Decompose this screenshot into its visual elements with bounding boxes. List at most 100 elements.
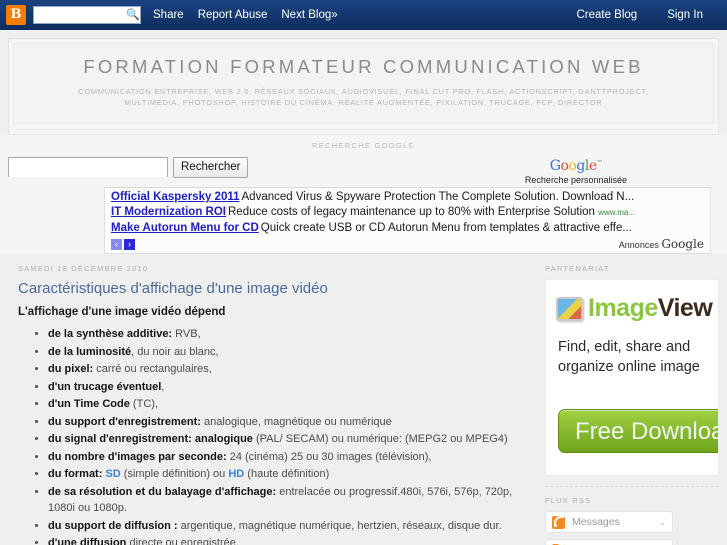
navbar-right-links: Create Blog Sign In [560, 9, 717, 21]
chevron-down-icon[interactable]: ⌄ [658, 517, 666, 528]
rss-item-messages[interactable]: Messages ⌄ [545, 511, 673, 534]
ad-text: Advanced Virus & Spyware Protection The … [241, 190, 635, 203]
list-item-text: , [161, 380, 165, 393]
ad-title-link[interactable]: IT Modernization ROI [111, 206, 226, 218]
list-item-bold: du pixel: [48, 363, 94, 376]
ad-annonces-text: Annonces [618, 240, 659, 251]
blog-header: FORMATION FORMATEUR COMMUNICATION WEB CO… [13, 43, 714, 124]
ad-google-wordmark: Google [661, 237, 704, 252]
image-viewer-icon [556, 296, 583, 321]
header-divider [15, 128, 712, 130]
main-wrapper: SAMEDI 18 DÉCEMBRE 2010 Caractéristiques… [0, 254, 727, 545]
sidebar-title-partenariat: PARTENARIAT [545, 264, 610, 274]
list-item-text: (TC), [129, 398, 158, 411]
ad-text: Reduce costs of legacy maintenance up to… [228, 206, 595, 219]
list-item: du support de diffusion : argentique, ma… [48, 518, 537, 535]
page-shell: FORMATION FORMATEUR COMMUNICATION WEB CO… [8, 38, 719, 135]
navbar-link-report-abuse[interactable]: Report Abuse [198, 9, 268, 21]
list-item: du support d'enregistrement: analogique,… [48, 414, 537, 431]
list-item-text: SD (simple définition) ou HD (haute défi… [105, 468, 330, 481]
list-item: d'une diffusion directe ou enregistrée. [48, 535, 537, 545]
list-item: du nombre d'images par seconde: 24 (ciné… [48, 449, 537, 466]
list-item-bold: de sa résolution et du balayage d'affich… [48, 485, 277, 498]
ad-url: www.ma... [598, 208, 636, 218]
blogger-navbar: B 🔍 Share Report Abuse Next Blog» Create… [0, 0, 727, 30]
list-item-text: carré ou rectangulaires, [93, 363, 212, 376]
list-item-bold: de la synthèse additive: [48, 328, 173, 341]
list-item-text: (PAL/ SECAM) ou numérique: (MEPG2 ou MPE… [252, 433, 508, 446]
rss-item-commentaires[interactable]: Commentaires ⌄ [545, 539, 673, 545]
list-item-bold: d'un Time Code [48, 398, 130, 411]
blogger-logo-icon[interactable]: B [6, 5, 26, 25]
list-item-text: directe ou enregistrée. [126, 537, 239, 545]
list-item-bold: de la luminosité [48, 345, 132, 358]
image-viewer-tagline-line-1: Find, edit, share and [558, 339, 691, 356]
list-item-text: argentique, magnétique numérique, hertzi… [177, 519, 502, 532]
rss-icon [552, 515, 565, 529]
list-item-bold: du support d'enregistrement: [48, 415, 201, 428]
post-date: SAMEDI 18 DÉCEMBRE 2010 [18, 264, 149, 274]
list-item-bold: du nombre d'images par seconde: [48, 450, 227, 463]
list-item-bold: d'un trucage éventuel [48, 380, 162, 393]
ad-footer: ‹ › Annonces Google [111, 237, 704, 251]
gadget-title-recherche-google: RECHERCHE GOOGLE [312, 140, 415, 150]
rss-item-label: Messages [572, 516, 620, 529]
list-item: du signal d'enregistrement: analogique (… [48, 431, 537, 448]
main-content: SAMEDI 18 DÉCEMBRE 2010 Caractéristiques… [8, 254, 545, 545]
ad-prev-arrow-icon[interactable]: ‹ [111, 238, 122, 250]
navbar-link-next-blog[interactable]: Next Blog» [281, 9, 337, 21]
image-viewer-brand-first: Image [588, 294, 658, 323]
list-item: de sa résolution et du balayage d'affich… [48, 484, 537, 517]
navbar-link-create-blog[interactable]: Create Blog [576, 9, 637, 21]
post-title[interactable]: Caractéristiques d'affichage d'une image… [18, 280, 537, 297]
google-search-gadget: RECHERCHE GOOGLE Rechercher Google™ Rech… [0, 134, 727, 255]
ad-annonces-google-label: Annonces Google [619, 237, 704, 251]
navbar-search[interactable]: 🔍 [33, 6, 141, 25]
image-viewer-header: ImageView [546, 280, 718, 323]
post-bullet-list: de la synthèse additive: RVB, de la lumi… [18, 326, 537, 545]
ad-row: Official Kaspersky 2011 Advanced Virus & … [111, 190, 704, 206]
image-viewer-wordmark: ImageView [588, 294, 713, 323]
cse-row: Rechercher Google™ Recherche personnalis… [8, 156, 719, 185]
ad-next-arrow-icon[interactable]: › [124, 238, 135, 250]
list-item: du pixel: carré ou rectangulaires, [48, 361, 537, 378]
sidebar: PARTENARIAT ImageView Find, edit, share … [545, 254, 719, 545]
ad-title-link[interactable]: Official Kaspersky 2011 [111, 191, 240, 203]
navbar-link-sign-in[interactable]: Sign In [667, 9, 703, 21]
list-item: d'un trucage éventuel, [48, 379, 537, 396]
sidebar-partner-ad[interactable]: ImageView Find, edit, share and organize… [545, 279, 719, 477]
list-item-text: RVB, [172, 328, 201, 341]
ad-text: Quick create USB or CD Autorun Menu from… [260, 221, 632, 234]
list-item-bold: du format: [48, 468, 103, 481]
cse-search-button[interactable]: Rechercher [173, 156, 249, 178]
sidebar-divider [545, 486, 719, 488]
post-title-link[interactable]: Caractéristiques d'affichage d'une image… [18, 280, 328, 297]
image-viewer-tagline: Find, edit, share and organize online im… [546, 323, 718, 377]
page-outer: FORMATION FORMATEUR COMMUNICATION WEB CO… [0, 30, 727, 135]
navbar-search-input[interactable] [34, 9, 140, 25]
sidebar-title-flux-rss: FLUX RSS [545, 496, 592, 506]
page-title: FORMATION FORMATEUR COMMUNICATION WEB [83, 56, 644, 77]
blog-description: COMMUNICATION ENTREPRISE, WEB 2.0, RÉSEA… [64, 86, 664, 109]
list-item-bold: du signal d'enregistrement: analogique [48, 433, 253, 446]
list-item-bold: du support de diffusion : [48, 519, 178, 532]
blog-description-line-1: COMMUNICATION ENTREPRISE, WEB 2.0, RÉSEA… [78, 87, 649, 96]
google-ads-block: Official Kaspersky 2011 Advanced Virus & … [104, 186, 711, 255]
google-cse-branding: Google™ Recherche personnalisée [525, 158, 719, 185]
list-item: d'un Time Code (TC), [48, 396, 537, 413]
cse-search-input[interactable] [9, 158, 167, 177]
navbar-link-share[interactable]: Share [153, 9, 184, 21]
post-lead: L'affichage d'une image vidéo dépend [18, 306, 226, 319]
format-hd-highlight: HD [228, 468, 245, 481]
ad-row: Make Autorun Menu for CD Quick create USB… [111, 221, 704, 237]
image-viewer-tagline-line-2: organize online image [558, 359, 700, 376]
image-viewer-brand-second: View [657, 294, 713, 323]
cse-search-field[interactable] [8, 156, 168, 177]
ad-row: IT Modernization ROI Reduce costs of lega… [111, 205, 704, 221]
free-download-button[interactable]: Free Download [558, 409, 718, 454]
list-item-text: , du noir au blanc, [131, 345, 219, 358]
ad-title-link[interactable]: Make Autorun Menu for CD [111, 222, 259, 234]
list-item: de la luminosité, du noir au blanc, [48, 344, 537, 361]
google-tm: ™ [596, 159, 603, 167]
blog-description-line-2: MULTIMEDIA, PHOTOSHOP, HISTOIRE DU CINÉM… [124, 98, 603, 108]
